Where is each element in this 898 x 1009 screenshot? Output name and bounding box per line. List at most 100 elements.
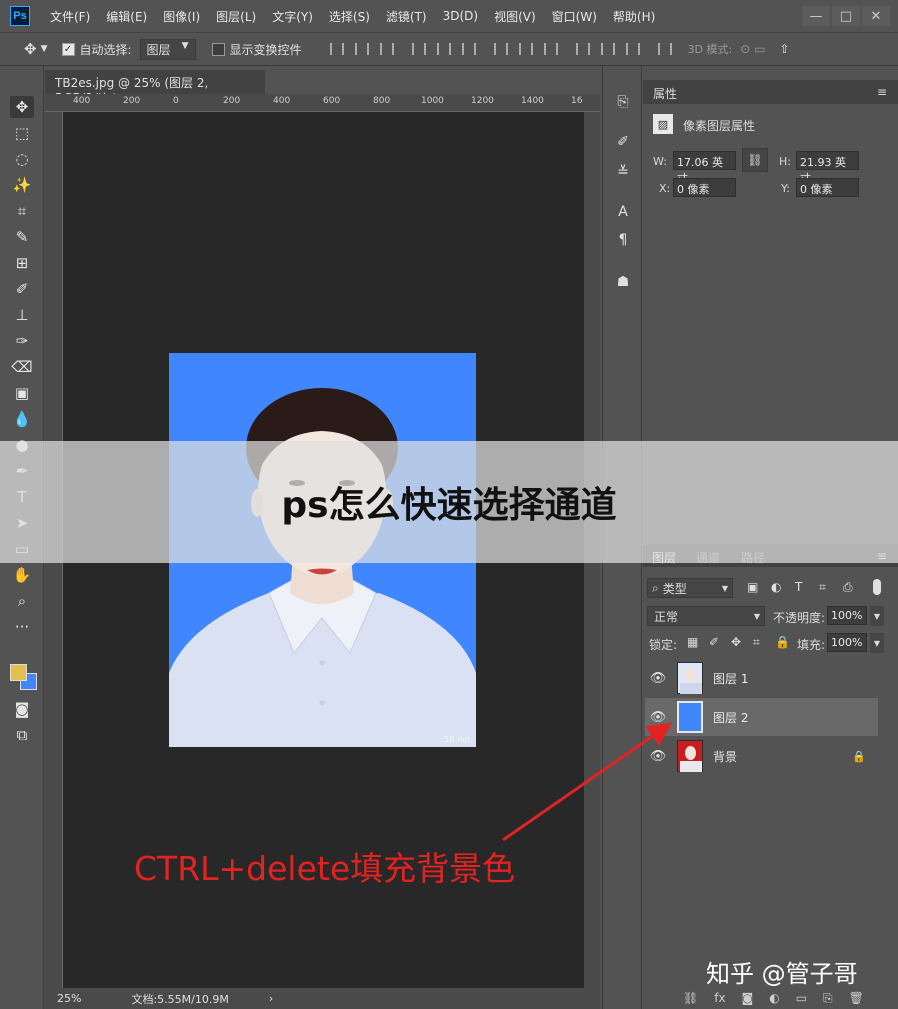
show-transform-checkbox[interactable]: 显示变换控件 [211, 41, 302, 58]
fill-field[interactable]: 100% [827, 633, 867, 652]
menu-file[interactable]: 文件(F) [42, 8, 98, 25]
filter-pixel-icon[interactable]: ▣ [747, 580, 758, 594]
zoom-tool-icon[interactable]: ⌕ [10, 590, 34, 612]
distribute-hcenter-icon[interactable] [600, 43, 615, 55]
align-top-icon[interactable] [329, 43, 344, 55]
lock-all-icon[interactable]: 🔒 [775, 635, 790, 649]
adjustment-layer-icon[interactable]: ◐ [769, 991, 779, 1009]
filter-shape-icon[interactable]: ⌗ [819, 580, 826, 595]
filter-adjustment-icon[interactable]: ◐ [771, 580, 781, 594]
tab-properties[interactable]: 属性 [653, 85, 677, 102]
lock-transparent-icon[interactable]: ▦ [687, 635, 698, 649]
brush-settings-icon[interactable]: ≚ [613, 162, 633, 182]
ruler-label: 1400 [521, 96, 544, 106]
align-right-icon[interactable] [461, 43, 476, 55]
align-bottom-icon[interactable] [379, 43, 394, 55]
gradient-tool-icon[interactable]: ▣ [10, 382, 34, 404]
menu-image[interactable]: 图像(I) [155, 8, 208, 25]
menu-select[interactable]: 选择(S) [321, 8, 378, 25]
more-tools-icon[interactable]: ··· [10, 616, 34, 638]
paragraph-panel-icon[interactable]: ¶ [613, 230, 633, 250]
healing-tool-icon[interactable]: ⊞ [10, 252, 34, 274]
ruler-label: 1000 [421, 96, 444, 106]
blur-tool-icon[interactable]: 💧 [10, 408, 34, 430]
panel-menu-icon[interactable]: ≡ [877, 85, 887, 99]
maximize-button[interactable]: □ [832, 6, 860, 26]
lock-artboard-icon[interactable]: ⌗ [753, 635, 760, 650]
chevron-down-icon[interactable]: ▼ [870, 633, 884, 653]
auto-align-icon[interactable] [657, 43, 672, 55]
link-layers-icon[interactable]: ⛓ [683, 991, 698, 1009]
quick-mask-icon[interactable]: ◙ [10, 698, 34, 720]
auto-select-dropdown[interactable]: 图层 ▼ [139, 38, 196, 60]
lock-position-icon[interactable]: ✥ [731, 635, 741, 649]
align-vcenter-icon[interactable] [354, 43, 369, 55]
align-left-icon[interactable] [411, 43, 426, 55]
y-field[interactable]: 0 像素 [796, 178, 859, 197]
share-icon[interactable]: ⇧ [779, 42, 789, 56]
menu-view[interactable]: 视图(V) [486, 8, 544, 25]
lasso-tool-icon[interactable]: ◌ [10, 148, 34, 170]
brush-tool-icon[interactable]: ✐ [10, 278, 34, 300]
trash-icon[interactable]: 🗑 [849, 991, 864, 1009]
lock-image-icon[interactable]: ✐ [709, 635, 719, 649]
distribute-top-icon[interactable] [493, 43, 508, 55]
menu-help[interactable]: 帮助(H) [605, 8, 663, 25]
height-field[interactable]: 21.93 英寸 [796, 151, 859, 185]
ruler-label: 200 [223, 96, 241, 106]
filter-smart-object-icon[interactable]: ⎙ [843, 580, 853, 595]
character-panel-icon[interactable]: A [613, 202, 633, 222]
document-size: 文档:5.55M/10.9M [131, 992, 229, 1006]
move-tool-icon[interactable]: ✥ [10, 96, 34, 118]
x-field[interactable]: 0 像素 [673, 178, 736, 197]
foreground-color-swatch[interactable] [10, 664, 27, 681]
marquee-tool-icon[interactable]: ⬚ [10, 122, 34, 144]
layer-filter-dropdown[interactable]: ⌕ 类型 ▼ [647, 578, 733, 598]
filter-toggle-icon[interactable] [873, 579, 881, 595]
filter-type-icon[interactable]: T [795, 580, 802, 594]
close-button[interactable]: ✕ [862, 6, 890, 26]
fx-icon[interactable]: fx [714, 991, 725, 1009]
zoom-level[interactable]: 25% [57, 992, 81, 1005]
chevron-down-icon[interactable]: ▼ [870, 606, 884, 626]
minimize-button[interactable]: — [802, 6, 830, 26]
screen-mode-icon[interactable]: ⧉ [10, 724, 34, 746]
move-tool-icon[interactable]: ✥ [24, 40, 37, 58]
hand-tool-icon[interactable]: ✋ [10, 564, 34, 586]
chevron-down-icon[interactable]: ▼ [41, 44, 48, 54]
distribute-vcenter-icon[interactable] [518, 43, 533, 55]
crop-tool-icon[interactable]: ⌗ [10, 200, 34, 222]
menu-3d[interactable]: 3D(D) [435, 9, 486, 23]
opacity-field[interactable]: 100% [827, 606, 867, 625]
menu-layer[interactable]: 图层(L) [208, 8, 264, 25]
width-field[interactable]: 17.06 英寸 [673, 151, 736, 185]
document-tab[interactable]: TB2es.jpg @ 25% (图层 2, RGB/8#) * [45, 70, 265, 105]
glyphs-panel-icon[interactable]: ☗ [613, 272, 633, 292]
menu-window[interactable]: 窗口(W) [544, 8, 605, 25]
eyedropper-tool-icon[interactable]: ✎ [10, 226, 34, 248]
history-brush-tool-icon[interactable]: ✑ [10, 330, 34, 352]
blend-mode-dropdown[interactable]: 正常 ▼ [647, 606, 765, 626]
eraser-tool-icon[interactable]: ⌫ [10, 356, 34, 378]
distribute-left-icon[interactable] [575, 43, 590, 55]
auto-select-checkbox[interactable]: ✓ 自动选择: [61, 41, 132, 58]
align-hcenter-icon[interactable] [436, 43, 451, 55]
distribute-right-icon[interactable] [625, 43, 640, 55]
layer-row-1[interactable]: 👁 图层 1 [645, 659, 878, 697]
chevron-right-icon[interactable]: › [269, 992, 273, 1005]
magic-wand-tool-icon[interactable]: ✨ [10, 174, 34, 196]
menu-edit[interactable]: 编辑(E) [98, 8, 155, 25]
new-layer-icon[interactable]: ⎘ [823, 991, 833, 1009]
link-icon[interactable]: ⛓ [742, 148, 768, 172]
eye-icon[interactable]: 👁 [645, 671, 671, 686]
add-mask-icon[interactable]: ◙ [742, 991, 754, 1009]
chevron-down-icon: ▼ [753, 611, 760, 621]
distribute-bottom-icon[interactable] [543, 43, 558, 55]
brush-panel-icon[interactable]: ✐ [613, 132, 633, 152]
stamp-tool-icon[interactable]: ⊥ [10, 304, 34, 326]
3d-mode-icons[interactable]: ⊙ ▭ [740, 42, 765, 56]
menu-type[interactable]: 文字(Y) [264, 8, 321, 25]
new-group-icon[interactable]: ▭ [796, 991, 807, 1009]
history-panel-icon[interactable]: ⎘ [613, 92, 633, 112]
menu-filter[interactable]: 滤镜(T) [378, 8, 435, 25]
